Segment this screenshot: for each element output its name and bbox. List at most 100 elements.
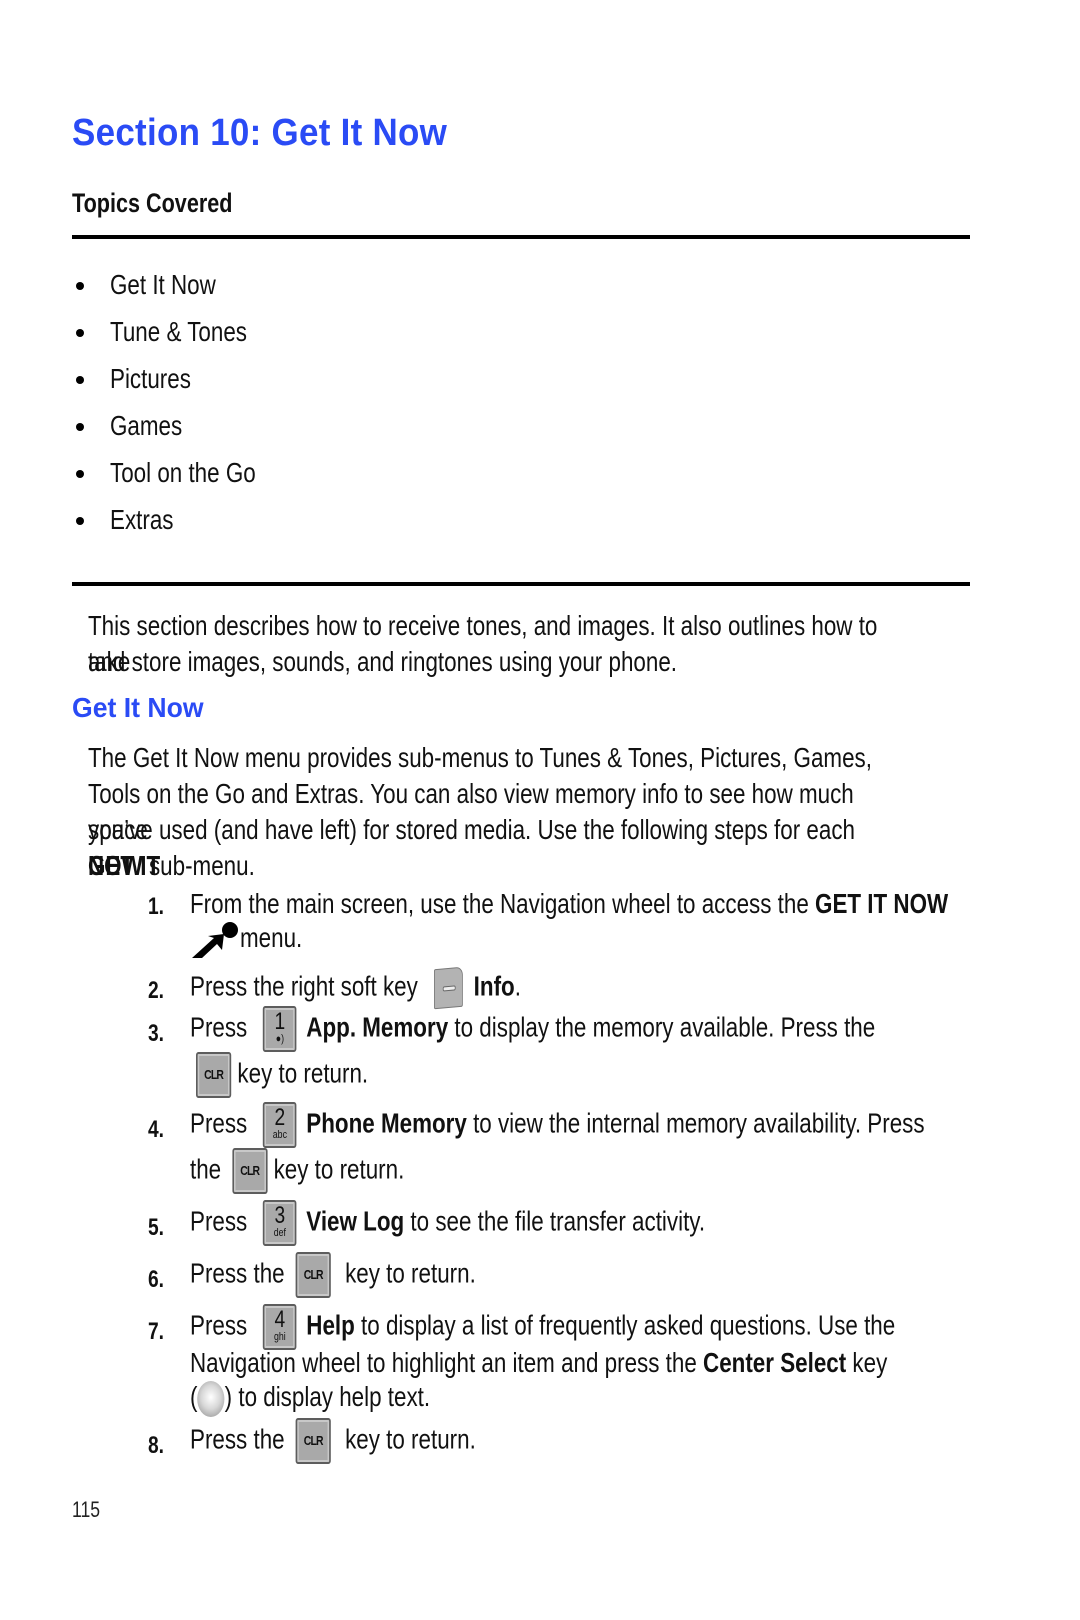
text-span: GET IT NOW — [815, 888, 949, 919]
step-6-text: Press the CLR key to return. — [190, 1252, 547, 1298]
step-2-text: Press the right soft key Info. — [190, 966, 604, 1010]
divider-top — [72, 235, 970, 239]
text-span: Press — [190, 1107, 254, 1139]
step-number: 6. — [148, 1266, 168, 1294]
step-4-text: Press 2 abc Phone Memory to view the inter… — [190, 1102, 1080, 1148]
text-span: 2 — [274, 1104, 286, 1131]
text-span: 8. — [148, 1432, 165, 1459]
topics-covered-heading: Topics Covered — [72, 188, 273, 219]
text-span: key to return. — [231, 1057, 369, 1089]
step-4-line2: the CLR key to return. — [190, 1148, 458, 1194]
text-span: Tool on the Go — [110, 457, 256, 488]
bullet-icon — [76, 329, 84, 337]
step-8-text: Press the CLR key to return. — [190, 1418, 547, 1464]
key-2-icon: 2 abc — [263, 1102, 297, 1148]
text-span: The Get It Now menu provides sub-menus t… — [88, 742, 872, 773]
get-it-now-icon — [190, 920, 240, 960]
step-number: 2. — [148, 977, 168, 1005]
text-span: to view the internal memory availability… — [466, 1107, 925, 1139]
text-span: Tune & Tones — [110, 316, 247, 347]
text-span: 6. — [148, 1266, 165, 1293]
text-span: From the main screen, use the Navigation… — [190, 888, 816, 919]
text-span: ghi — [274, 1331, 286, 1343]
text-span: ) to display help text. — [224, 1381, 431, 1412]
subsection-title: Get It Now — [72, 692, 210, 724]
bullet-icon — [76, 376, 84, 384]
clr-key-icon: CLR — [295, 1418, 331, 1464]
topic-item[interactable]: Games — [72, 409, 292, 456]
clr-key-icon: CLR — [232, 1148, 268, 1194]
text-span: 4. — [148, 1116, 165, 1143]
text-span: Press the — [190, 1257, 291, 1289]
text-span: 2. — [148, 977, 165, 1004]
step-number: 3. — [148, 1020, 168, 1048]
text-span: Info — [473, 970, 515, 1002]
right-soft-key-icon — [433, 966, 463, 1010]
text-span: to display a list of frequently asked qu… — [354, 1309, 896, 1341]
step-3-line2: CLR key to return. — [196, 1052, 411, 1098]
key-3-icon: 3 def — [263, 1200, 297, 1246]
text-span: abc — [272, 1129, 287, 1141]
page-title: Section 10: Get It Now — [72, 112, 480, 155]
text-span: the — [190, 1153, 228, 1185]
center-select-key-icon — [197, 1380, 225, 1417]
text-span: key — [846, 1347, 888, 1378]
text-span: 1. — [148, 893, 165, 920]
text-span: 3 — [274, 1202, 286, 1229]
text-span: Press — [190, 1309, 254, 1341]
bullet-icon — [76, 470, 84, 478]
topics-list: Get It Now Tune & Tones Pictures Games T… — [72, 268, 292, 550]
text-span: . — [514, 970, 521, 1002]
clr-key-icon: CLR — [196, 1052, 232, 1098]
step-1-line2: menu. — [190, 920, 318, 960]
step-number: 4. — [148, 1116, 168, 1144]
text-span: Get It Now — [110, 269, 216, 300]
text-span: NOW — [88, 850, 143, 881]
text-span: Help — [306, 1309, 355, 1341]
text-span: Pictures — [110, 363, 191, 394]
page-number: 115 — [72, 1497, 107, 1523]
topic-item[interactable]: Extras — [72, 503, 292, 550]
text-span: Section 10: Get It Now — [72, 112, 448, 154]
text-span: Get It Now — [72, 692, 204, 723]
text-span: Center Select — [703, 1347, 847, 1378]
text-span: Press the — [190, 1423, 291, 1455]
body-paragraph: The Get It Now menu provides sub-menus t… — [88, 740, 1080, 884]
text-span: Topics Covered — [72, 188, 233, 218]
text-span: CLR — [240, 1163, 260, 1178]
text-span: Press the right soft key — [190, 970, 425, 1002]
text-span: key to return. — [267, 1153, 405, 1185]
text-span: App. Memory — [306, 1011, 449, 1043]
text-span: 5. — [148, 1214, 165, 1241]
bullet-icon — [76, 423, 84, 431]
divider-bottom — [72, 582, 970, 586]
step-7-line2: Navigation wheel to highlight an item an… — [190, 1346, 1062, 1380]
text-span: CLR — [303, 1433, 324, 1448]
step-7-line3: () to display help text. — [190, 1380, 490, 1417]
step-7-text: Press 4 ghi Help to display a list of freq… — [190, 1304, 1072, 1350]
topic-item[interactable]: Pictures — [72, 362, 292, 409]
topic-item[interactable]: Get It Now — [72, 268, 292, 315]
text-span: Press — [190, 1205, 254, 1237]
text-span: Navigation wheel to highlight an item an… — [190, 1347, 704, 1378]
text-span: Extras — [110, 504, 174, 535]
text-span: 1 — [274, 1008, 286, 1035]
clr-key-icon: CLR — [295, 1252, 331, 1298]
text-span: and store images, sounds, and ringtones … — [88, 646, 678, 677]
step-3-text: Press 1 ●) App. Memory to display the memo… — [190, 1006, 1047, 1052]
text-span: you’ve used (and have left) for stored m… — [88, 814, 855, 845]
intro-paragraph: This section describes how to receive to… — [88, 608, 1080, 680]
key-1-icon: 1 ●) — [263, 1006, 297, 1052]
step-number: 8. — [148, 1432, 168, 1460]
bullet-icon — [76, 517, 84, 525]
step-number: 5. — [148, 1214, 168, 1242]
text-span: Phone Memory — [306, 1107, 467, 1139]
text-span: def — [273, 1227, 286, 1239]
text-span: 3. — [148, 1020, 165, 1047]
text-span: Press — [190, 1011, 254, 1043]
topic-item[interactable]: Tool on the Go — [72, 456, 292, 503]
key-4-icon: 4 ghi — [263, 1304, 297, 1350]
topic-item[interactable]: Tune & Tones — [72, 315, 292, 362]
text-span: 4 — [274, 1306, 286, 1333]
text-span: 7. — [148, 1318, 165, 1345]
